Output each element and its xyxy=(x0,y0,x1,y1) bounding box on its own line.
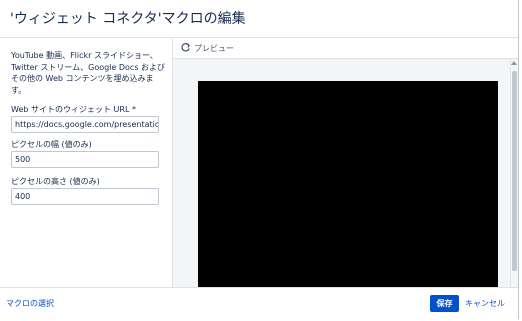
macro-description: YouTube 動画、Flickr スライドショー、Twitter ストリーム、… xyxy=(11,51,166,95)
dialog-title: 'ウィジェット コネクタ'マクロの編集 xyxy=(10,11,246,27)
macro-parameters-panel: YouTube 動画、Flickr スライドショー、Twitter ストリーム、… xyxy=(0,38,173,287)
dialog-header: 'ウィジェット コネクタ'マクロの編集 xyxy=(0,0,518,38)
scroll-thumb[interactable] xyxy=(512,71,517,271)
macro-edit-dialog: 'ウィジェット コネクタ'マクロの編集 YouTube 動画、Flickr スラ… xyxy=(0,0,519,320)
save-button[interactable]: 保存 xyxy=(430,295,459,312)
select-macro-link[interactable]: マクロの選択 xyxy=(6,298,54,309)
width-label: ピクセルの幅 (値のみ) xyxy=(11,140,92,149)
dialog-footer: マクロの選択 保存 キャンセル xyxy=(0,287,518,320)
height-input[interactable]: 400 xyxy=(11,188,159,205)
url-label: Web サイトのウィジェット URL * xyxy=(11,105,136,114)
preview-frame xyxy=(198,81,498,287)
preview-toolbar: プレビュー xyxy=(173,38,518,59)
preview-scrollbar[interactable] xyxy=(510,59,518,287)
preview-panel: プレビュー xyxy=(173,38,518,287)
width-input[interactable]: 500 xyxy=(11,151,159,168)
cancel-button[interactable]: キャンセル xyxy=(465,298,505,309)
url-input[interactable]: https://docs.google.com/presentation/ xyxy=(11,116,159,133)
refresh-icon[interactable] xyxy=(180,42,191,53)
height-label: ピクセルの高さ (値のみ) xyxy=(11,177,100,186)
scroll-up-arrow-icon[interactable] xyxy=(511,61,517,65)
preview-label: プレビュー xyxy=(194,44,234,53)
